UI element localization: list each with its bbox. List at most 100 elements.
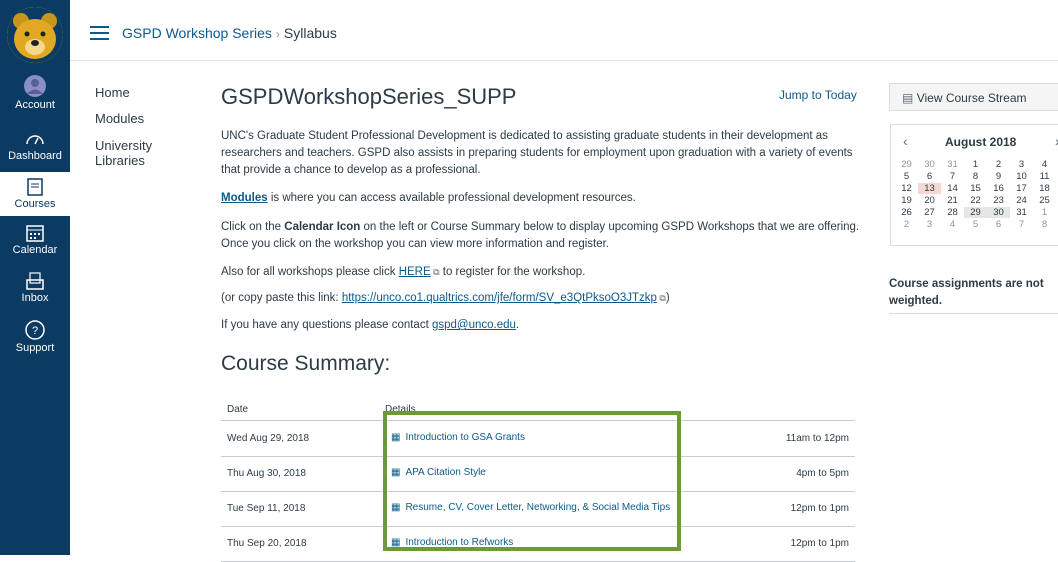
bear-logo[interactable] (7, 7, 63, 63)
calendar-day[interactable]: 31 (941, 159, 964, 170)
modules-paragraph: Modules is where you can access availabl… (221, 190, 861, 207)
calendar-day[interactable]: 12 (895, 183, 918, 194)
calendar-day[interactable]: 22 (964, 195, 987, 206)
support-nav-item[interactable]: ? Support (0, 320, 70, 354)
calendar-icon (26, 225, 44, 242)
calendar-day[interactable]: 2 (895, 219, 918, 230)
divider (889, 313, 1058, 314)
calendar-days-grid: 29 30 31 1 2 3 4 5 6 7 8 9 10 11 12 13 14 15 16 17 18 19 20 21 2… (895, 159, 1056, 230)
calendar-day[interactable]: 16 (987, 183, 1010, 194)
calendar-day[interactable]: 7 (1010, 219, 1033, 230)
course-nav-modules[interactable]: Modules (95, 111, 144, 126)
calendar-day[interactable]: 21 (941, 195, 964, 206)
copy-text-post: ) (665, 292, 670, 304)
calendar-day[interactable]: 1 (1033, 207, 1056, 218)
calendar-day[interactable]: 10 (1010, 171, 1033, 182)
calendar-day[interactable]: 29 (964, 207, 987, 218)
calendar-day[interactable]: 26 (895, 207, 918, 218)
calendar-day[interactable]: 1 (964, 159, 987, 170)
calendar-day[interactable]: 6 (918, 171, 941, 182)
calendar-day[interactable]: 18 (1033, 183, 1056, 194)
calendar-day[interactable]: 3 (918, 219, 941, 230)
account-icon (24, 75, 46, 97)
courses-label: Courses (14, 198, 56, 210)
calendar-day[interactable]: 9 (987, 171, 1010, 182)
external-link-icon: ⧉ (656, 293, 666, 303)
copy-text-pre: (or copy paste this link: (221, 292, 342, 304)
calendar-day[interactable]: 6 (987, 219, 1010, 230)
dashboard-nav-item[interactable]: Dashboard (0, 130, 70, 162)
calendar-day[interactable]: 3 (1010, 159, 1033, 170)
calendar-day[interactable]: 29 (895, 159, 918, 170)
calendar-day[interactable]: 7 (941, 171, 964, 182)
here-paragraph: Also for all workshops please click HERE… (221, 264, 861, 281)
help-icon: ? (25, 320, 45, 340)
calendar-day[interactable]: 27 (918, 207, 941, 218)
here-text-pre: Also for all workshops please click (221, 266, 399, 278)
highlight-box (383, 411, 681, 551)
chevron-left-icon[interactable]: ‹ (903, 133, 908, 149)
courses-nav-item[interactable]: Courses (0, 172, 70, 216)
view-course-stream-button[interactable]: ▤ View Course Stream (889, 83, 1058, 111)
contact-text-post: . (515, 319, 520, 331)
calendar-text-bold: Calendar Icon (284, 221, 361, 233)
calendar-day[interactable]: 23 (987, 195, 1010, 206)
external-link-icon: ⧉ (430, 267, 440, 277)
qualtrics-link[interactable]: https://unco.co1.qualtrics.com/jfe/form/… (342, 292, 657, 304)
calendar-day[interactable]: 14 (941, 183, 964, 194)
calendar-nav-item[interactable]: Calendar (0, 224, 70, 256)
calendar-paragraph: Click on the Calendar Icon on the left o… (221, 219, 861, 253)
calendar-day[interactable]: 19 (895, 195, 918, 206)
page-title: GSPDWorkshopSeries_SUPP (221, 84, 517, 109)
calendar-day[interactable]: 5 (964, 219, 987, 230)
here-link[interactable]: HERE (399, 266, 431, 278)
calendar-day[interactable]: 31 (1010, 207, 1033, 218)
calendar-day[interactable]: 20 (918, 195, 941, 206)
calendar-day[interactable]: 24 (1010, 195, 1033, 206)
calendar-day[interactable]: 13 (918, 183, 941, 194)
breadcrumb: GSPD Workshop Series › Syllabus (122, 25, 337, 41)
jump-to-today-link[interactable]: Jump to Today (779, 88, 857, 102)
here-text-rest: to register for the workshop. (439, 266, 586, 278)
row-date: Wed Aug 29, 2018 (227, 433, 310, 444)
breadcrumb-course[interactable]: GSPD Workshop Series (122, 25, 272, 41)
svg-text:?: ? (32, 325, 38, 337)
intro-paragraph: UNC's Graduate Student Professional Deve… (221, 130, 853, 176)
row-time: 12pm to 1pm (790, 503, 849, 514)
course-nav-libraries[interactable]: University Libraries (95, 138, 165, 168)
assignments-note: Course assignments are not weighted. (889, 278, 1044, 307)
calendar-month: August 2018 (945, 135, 1017, 149)
inbox-label: Inbox (21, 292, 49, 304)
hamburger-menu-icon[interactable] (90, 26, 109, 40)
calendar-label: Calendar (12, 244, 58, 256)
row-date: Thu Aug 30, 2018 (227, 468, 306, 479)
inbox-icon (26, 272, 44, 290)
course-nav-home[interactable]: Home (95, 85, 130, 100)
support-label: Support (15, 342, 55, 354)
calendar-day[interactable]: 28 (941, 207, 964, 218)
calendar-day[interactable]: 30 (918, 159, 941, 170)
calendar-day[interactable]: 4 (941, 219, 964, 230)
calendar-day[interactable]: 2 (987, 159, 1010, 170)
email-link[interactable]: gspd@unco.edu (432, 319, 516, 331)
header-bar: GSPD Workshop Series › Syllabus (70, 0, 1058, 61)
calendar-day[interactable]: 25 (1033, 195, 1056, 206)
calendar-day[interactable]: 15 (964, 183, 987, 194)
calendar-day[interactable]: 5 (895, 171, 918, 182)
calendar-day[interactable]: 8 (964, 171, 987, 182)
account-nav-item[interactable]: Account (0, 75, 70, 111)
row-date: Thu Sep 20, 2018 (227, 538, 307, 549)
calendar-day[interactable]: 8 (1033, 219, 1056, 230)
modules-link[interactable]: Modules (221, 192, 268, 204)
calendar-day[interactable]: 4 (1033, 159, 1056, 170)
calendar-day[interactable]: 17 (1010, 183, 1033, 194)
calendar-day[interactable]: 11 (1033, 171, 1056, 182)
calendar-text-pre: Click on the (221, 221, 285, 233)
contact-paragraph: If you have any questions please contact… (221, 317, 861, 334)
course-summary-heading: Course Summary: (221, 352, 391, 375)
dashboard-icon (26, 135, 44, 145)
account-label: Account (15, 99, 55, 111)
inbox-nav-item[interactable]: Inbox (0, 272, 70, 304)
mini-calendar: ‹ August 2018 › 293031123456789101112131… (890, 124, 1058, 246)
calendar-day[interactable]: 30 (987, 207, 1010, 218)
